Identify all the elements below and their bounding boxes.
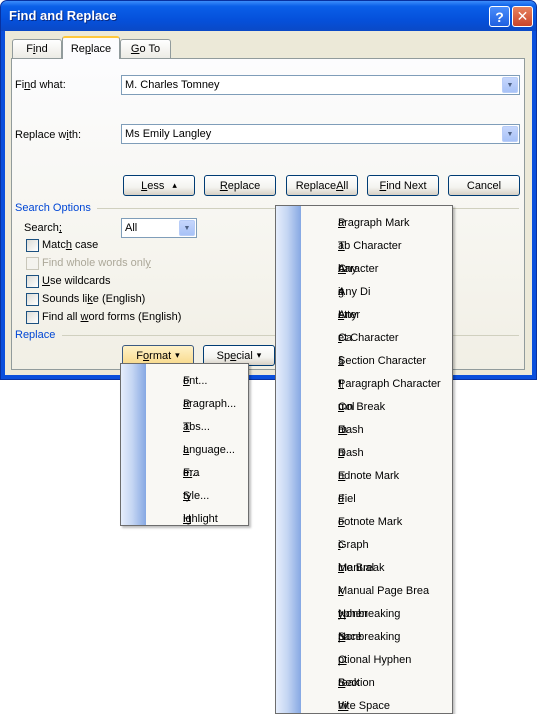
cancel-button[interactable]: Cancel (448, 175, 520, 196)
find-next-button[interactable]: Find Next (367, 175, 439, 196)
chevron-down-icon[interactable]: ▼ (502, 126, 518, 142)
help-button[interactable]: ? (489, 6, 510, 27)
menu-item-section-break[interactable]: Section Break (276, 667, 452, 690)
chevron-up-icon: ▴ (172, 180, 177, 190)
whole-words-label: Find whole words only (42, 257, 151, 269)
close-button[interactable]: ✕ (512, 6, 533, 27)
chevron-down-icon: ▾ (175, 350, 180, 360)
tab-find[interactable]: Fi nd (12, 39, 62, 58)
title-bar[interactable]: Find and Replace ? ✕ (1, 1, 536, 31)
menu-item-optional-hyphen[interactable]: Optional Hyphen (276, 644, 452, 667)
replace-with-label: Replace with: (15, 129, 82, 141)
replace-with-value: Ms Emily Langley (125, 128, 212, 140)
menu-item-white-space[interactable]: White Space (276, 690, 452, 713)
special-menu: Paragraph Mark Tab Character Any Charact… (275, 205, 453, 714)
format-menu: Font... Paragraph... Tabs... Language...… (120, 363, 249, 526)
whole-words-checkbox (26, 257, 39, 270)
tab-goto[interactable]: Go To (120, 39, 171, 58)
menu-item-frame[interactable]: Fra m e... (121, 457, 248, 480)
menu-item-manual-page-break[interactable]: Manual Page Brea k (276, 575, 452, 598)
tab-replace[interactable]: Re p lace (62, 36, 120, 59)
menu-item-highlight[interactable]: Highlight (121, 503, 248, 526)
search-direction-value: All (125, 222, 138, 234)
search-label: Search; (24, 222, 62, 234)
match-case-label: Match case (42, 239, 99, 251)
replace-with-combobox[interactable]: Ms Emily Langley ▼ (121, 124, 520, 144)
menu-item-paragraph[interactable]: Paragraph... (121, 388, 248, 411)
search-direction-select[interactable]: All ▼ (121, 218, 197, 238)
menu-item-endnote-mark[interactable]: Endnote Mark (276, 460, 452, 483)
find-what-value: M. Charles Tomney (125, 79, 220, 91)
menu-item-footnote-mark[interactable]: Footnote Mark (276, 506, 452, 529)
menu-item-manual-line-break[interactable]: Manual Line Break (276, 552, 452, 575)
menu-item-any-character[interactable]: Any Character (276, 253, 452, 276)
word-forms-label: Find all word forms (English) (42, 311, 182, 323)
chevron-down-icon[interactable]: ▼ (502, 77, 518, 93)
dialog-title: Find and Replace (9, 8, 117, 23)
chevron-down-icon: ▾ (256, 350, 262, 360)
menu-item-style[interactable]: Style... (121, 480, 248, 503)
use-wildcards-label: Use wildcards (42, 275, 111, 287)
menu-item-caret-character[interactable]: Ca r et Character (276, 322, 452, 345)
word-forms-checkbox[interactable] (26, 311, 39, 324)
menu-item-tab-character[interactable]: Tab Character (276, 230, 452, 253)
menu-item-paragraph-mark[interactable]: Paragraph Mark (276, 207, 452, 230)
menu-item-field[interactable]: Fiel d (276, 483, 452, 506)
menu-item-nonbreaking-hyphen[interactable]: Nonbreaking Hyphen (276, 598, 452, 621)
replace-section-heading: Replace (15, 329, 56, 341)
menu-item-graphic[interactable]: Graph i c (276, 529, 452, 552)
sounds-like-label: Sounds like (English) (42, 293, 146, 305)
menu-item-column-break[interactable]: Col u mn Break (276, 391, 452, 414)
sounds-like-checkbox[interactable] (26, 293, 39, 306)
replace-all-button[interactable]: Replace All (286, 175, 358, 196)
search-options-heading: Search Options (15, 202, 91, 214)
match-case-checkbox[interactable] (26, 239, 39, 252)
less-button[interactable]: Less ▴ (123, 175, 195, 196)
menu-item-tabs[interactable]: Tabs... (121, 411, 248, 434)
menu-item-en-dash[interactable]: En Dash (276, 437, 452, 460)
use-wildcards-checkbox[interactable] (26, 275, 39, 288)
menu-item-language[interactable]: Language... (121, 434, 248, 457)
menu-item-paragraph-character[interactable]: ¶ Paragraph Character (276, 368, 452, 391)
menu-item-any-digit[interactable]: Any Di g it (276, 276, 452, 299)
find-replace-dialog: Find and Replace ? ✕ Fi nd Re p lace Go To … (0, 0, 537, 380)
menu-item-em-dash[interactable]: Em Dash (276, 414, 452, 437)
replace-button[interactable]: Replace (204, 175, 276, 196)
menu-item-font[interactable]: Font... (121, 365, 248, 388)
find-what-combobox[interactable]: M. Charles Tomney ▼ (121, 75, 520, 95)
menu-item-section-character[interactable]: § Section Character (276, 345, 452, 368)
menu-item-nonbreaking-space[interactable]: Nonbreaking Space (276, 621, 452, 644)
menu-item-any-letter[interactable]: Any Letter (276, 299, 452, 322)
find-what-label: Find what: (15, 79, 66, 91)
chevron-down-icon[interactable]: ▼ (179, 220, 195, 236)
